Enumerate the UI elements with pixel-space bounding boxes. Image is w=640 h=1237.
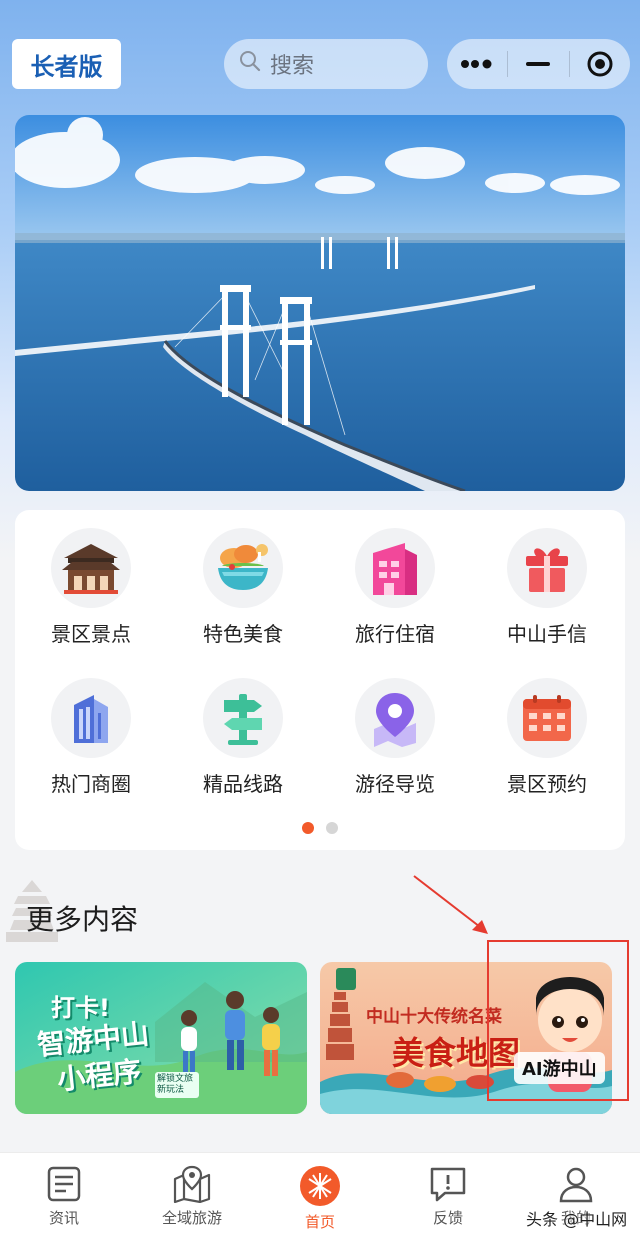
- search-input[interactable]: 搜索: [224, 39, 428, 89]
- user-icon: [559, 1167, 593, 1203]
- tab-news[interactable]: 资讯: [0, 1153, 128, 1237]
- page-indicator: [15, 822, 625, 834]
- food-bowl-icon: [203, 528, 283, 608]
- pavilion-icon: [51, 528, 131, 608]
- tab-home[interactable]: 首页: [256, 1153, 384, 1237]
- hotel-building-icon: [355, 528, 435, 608]
- home-logo-icon: [300, 1166, 340, 1206]
- grid-item-label: 精品线路: [203, 772, 283, 796]
- promo-card-checkin[interactable]: 打卡! 智游中山 小程序 解锁文旅新玩法: [15, 962, 307, 1114]
- tab-label: 反馈: [432, 1209, 463, 1227]
- signpost-icon: [203, 678, 283, 758]
- search-icon: [238, 49, 262, 79]
- grid-item-souvenir[interactable]: 中山手信: [471, 528, 623, 658]
- grid-item-label: 特色美食: [203, 622, 283, 646]
- grid-item-label: 景区景点: [51, 622, 131, 646]
- grid-item-label: 景区预约: [507, 772, 587, 796]
- grid-item-hotel[interactable]: 旅行住宿: [319, 528, 471, 658]
- tab-label: 全域旅游: [161, 1209, 222, 1227]
- ai-tour-label[interactable]: AI游中山: [514, 1052, 605, 1084]
- calendar-icon: [507, 678, 587, 758]
- bridge-photo: [15, 115, 625, 491]
- news-icon: [47, 1166, 81, 1202]
- checkin-badge: 解锁文旅新玩法: [155, 1072, 199, 1098]
- page-dot[interactable]: [326, 822, 338, 834]
- close-miniprogram-button[interactable]: [570, 39, 630, 89]
- annotation-arrow-icon: [413, 875, 488, 934]
- grid-item-routes[interactable]: 精品线路: [167, 678, 319, 808]
- more-button[interactable]: [447, 39, 507, 89]
- miniprogram-capsule: [447, 39, 630, 89]
- map-location-icon: [173, 1165, 211, 1203]
- minimize-button[interactable]: [508, 39, 568, 89]
- grid-item-trail-guide[interactable]: 游径导览: [319, 678, 471, 808]
- grid-item-label: 热门商圈: [51, 772, 131, 796]
- target-close-icon: [587, 51, 613, 77]
- tab-label: 资讯: [48, 1209, 79, 1227]
- grid-item-label: 旅行住宿: [355, 622, 435, 646]
- food-map-subtitle: 中山十大传统名菜: [366, 1007, 502, 1027]
- elder-mode-button[interactable]: 长者版: [12, 39, 121, 89]
- office-building-icon: [51, 678, 131, 758]
- feedback-icon: [430, 1167, 466, 1202]
- feature-grid: 景区景点 特色美食 旅行住宿 中山手信 热门商圈 精品线路 游径导览 景区预约: [15, 510, 625, 850]
- header: 长者版 搜索: [0, 0, 640, 110]
- section-title-more: 更多内容: [26, 903, 139, 936]
- grid-item-label: 游径导览: [355, 772, 435, 796]
- watermark: 头条 @中山网: [526, 1210, 628, 1229]
- map-pin-icon: [355, 678, 435, 758]
- gift-icon: [507, 528, 587, 608]
- grid-item-label: 中山手信: [507, 622, 587, 646]
- grid-item-shopping[interactable]: 热门商圈: [15, 678, 167, 808]
- search-placeholder: 搜索: [270, 54, 315, 79]
- hero-banner[interactable]: [15, 115, 625, 491]
- tab-label: 首页: [304, 1213, 335, 1231]
- more-dots-icon: [461, 59, 492, 69]
- tab-feedback[interactable]: 反馈: [384, 1153, 512, 1237]
- grid-item-food[interactable]: 特色美食: [167, 528, 319, 658]
- minus-icon: [526, 62, 551, 66]
- page-dot-active[interactable]: [302, 822, 314, 834]
- grid-item-reservation[interactable]: 景区预约: [471, 678, 623, 808]
- grid-item-scenic[interactable]: 景区景点: [15, 528, 167, 658]
- tab-all-tourism[interactable]: 全域旅游: [128, 1153, 256, 1237]
